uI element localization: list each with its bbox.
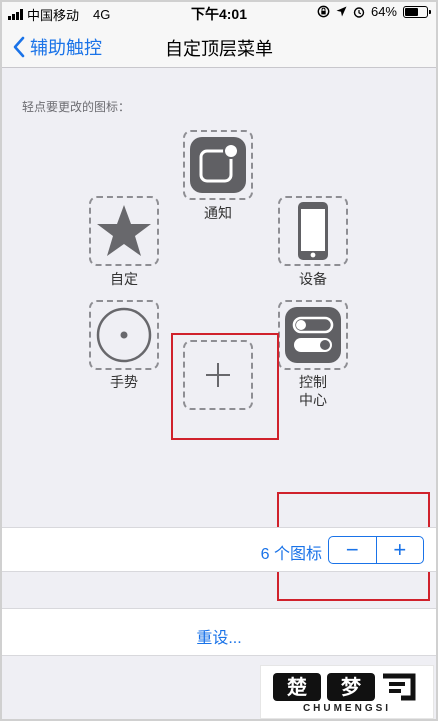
orientation-lock-icon	[317, 5, 330, 18]
icon-count-stepper: − +	[328, 536, 424, 564]
icon-slot-custom[interactable]	[89, 196, 159, 266]
status-bar: 中国移动 4G 下午4:01 64%	[0, 0, 438, 24]
watermark-brand-char-2: 梦	[341, 675, 362, 699]
watermark: 楚 梦 CHUMENGSI	[260, 665, 434, 719]
icon-slot-device[interactable]	[278, 196, 348, 266]
icon-label-gesture: 手势	[110, 374, 138, 390]
star-icon	[97, 205, 151, 256]
status-right: 64%	[317, 4, 431, 19]
location-icon	[336, 6, 347, 17]
add-icon-slot[interactable]	[183, 340, 253, 410]
reset-row: 重设...	[0, 608, 438, 656]
decrease-button[interactable]: −	[329, 537, 376, 563]
battery-icon	[403, 5, 431, 18]
reset-button[interactable]: 重设...	[0, 624, 438, 648]
icon-slot-notification[interactable]	[183, 130, 253, 200]
control-center-icon	[285, 307, 341, 363]
battery-fill	[405, 7, 419, 16]
icon-label-control-center: 控制 中心	[299, 374, 327, 408]
icon-label-device: 设备	[299, 271, 327, 287]
alarm-icon	[353, 6, 365, 18]
device-icon	[298, 202, 328, 260]
watermark-site: CHUMENGSI	[302, 703, 392, 714]
icon-label-custom: 自定	[110, 271, 138, 287]
notification-icon	[190, 137, 246, 193]
nav-bar: 辅助触控 自定顶层菜单	[0, 24, 438, 68]
icon-label-notification: 通知	[204, 205, 232, 221]
hint-text: 轻点要更改的图标：	[22, 100, 131, 114]
icon-slot-control-center[interactable]	[278, 300, 348, 370]
watermark-brand-char-1: 楚	[287, 675, 307, 699]
icon-count-label: 6 个图标	[260, 546, 322, 563]
plus-icon	[206, 363, 230, 387]
page-title: 自定顶层菜单	[165, 39, 273, 59]
icon-count-row: 6 个图标 − +	[0, 527, 438, 572]
icon-slot-gesture[interactable]	[89, 300, 159, 370]
battery-percent: 64%	[370, 4, 397, 19]
gesture-icon	[96, 307, 152, 363]
increase-button[interactable]: +	[375, 537, 424, 563]
watermark-logo: 楚 梦	[273, 673, 416, 701]
